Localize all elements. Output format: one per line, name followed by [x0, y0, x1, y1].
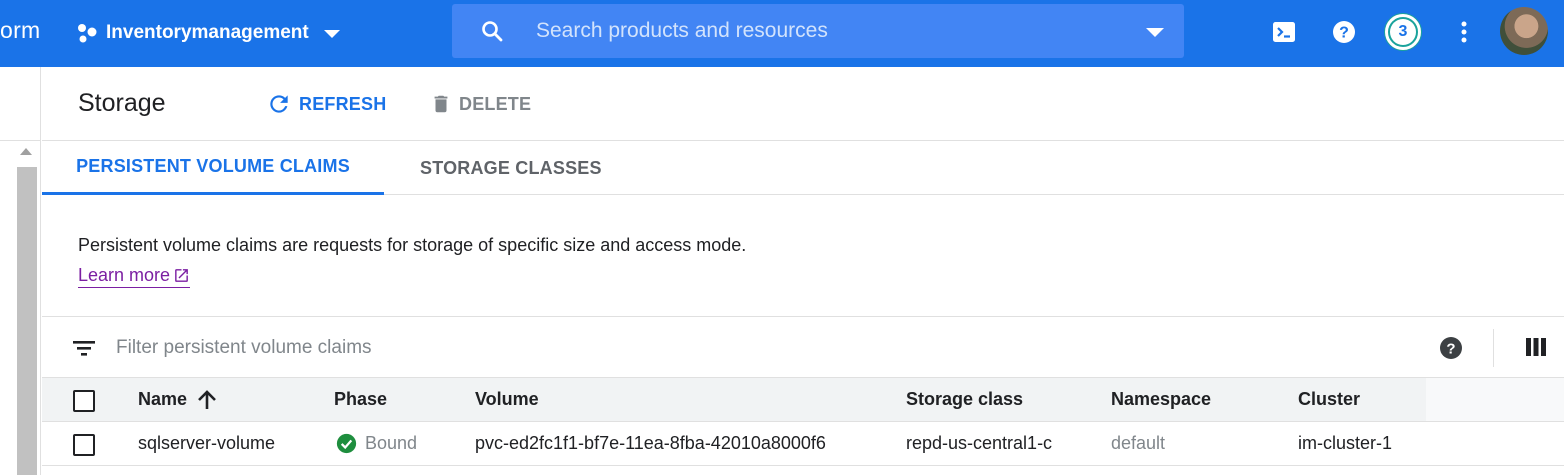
avatar[interactable] — [1500, 7, 1548, 55]
project-dots-icon — [78, 24, 97, 43]
phase-value: Bound — [365, 433, 418, 453]
delete-label: DELETE — [459, 93, 532, 114]
cell-storage-class[interactable]: repd-us-central1-c — [906, 422, 1052, 465]
search-box[interactable] — [452, 4, 1184, 58]
search-input[interactable] — [536, 14, 1136, 48]
chevron-down-icon — [323, 30, 340, 38]
external-link-icon — [175, 269, 188, 282]
cell-volume[interactable]: pvc-ed2fc1f1-bf7e-11ea-8fba-42010a8000f6 — [475, 422, 826, 465]
table-row: sqlserver-volume Bound pvc-ed2fc1f1-bf7e… — [42, 422, 1564, 466]
refresh-icon — [270, 95, 288, 113]
table-header-row: Name Phase Volume Storage class Namespac… — [42, 378, 1564, 422]
trash-icon — [434, 95, 448, 113]
filter-bar: ? — [42, 316, 1564, 378]
help-icon[interactable]: ? — [1439, 336, 1463, 360]
notification-badge[interactable]: 3 — [1385, 14, 1421, 50]
delete-button[interactable]: DELETE — [430, 89, 531, 119]
brand-title-fragment[interactable]: orm — [0, 17, 41, 44]
column-header-namespace[interactable]: Namespace — [1111, 378, 1211, 421]
page-title: Storage — [78, 89, 166, 117]
top-app-bar: orm Inventorymanagement ? 3 — [0, 0, 1564, 67]
search-dropdown-chevron-icon[interactable] — [1146, 28, 1164, 37]
page-header: Storage REFRESH DELETE — [42, 67, 1564, 141]
description-text: Persistent volume claims are requests fo… — [78, 235, 747, 255]
header-filler — [1426, 378, 1564, 421]
cloud-shell-icon[interactable] — [1271, 19, 1297, 45]
filter-input[interactable] — [116, 334, 816, 362]
svg-text:?: ? — [1446, 341, 1455, 358]
more-vert-icon[interactable] — [1451, 19, 1477, 45]
column-header-volume[interactable]: Volume — [475, 378, 539, 421]
filter-icon[interactable] — [73, 338, 95, 358]
learn-more-link[interactable]: Learn more — [78, 265, 191, 288]
check-circle-icon — [336, 433, 357, 454]
help-icon[interactable]: ? — [1331, 19, 1357, 45]
refresh-label: REFRESH — [299, 93, 387, 114]
column-header-name[interactable]: Name — [138, 378, 217, 421]
scrollbar-thumb[interactable] — [17, 167, 37, 475]
tab-storage-classes[interactable]: STORAGE CLASSES — [384, 141, 638, 195]
tab-bar: PERSISTENT VOLUME CLAIMS STORAGE CLASSES — [42, 141, 1564, 195]
columns-icon[interactable] — [1526, 338, 1546, 356]
toolbar-divider — [1493, 329, 1494, 367]
scroll-up-arrow-icon[interactable] — [20, 148, 32, 155]
project-name: Inventorymanagement — [106, 22, 309, 43]
column-label-name: Name — [138, 389, 188, 409]
nav-divider — [0, 140, 40, 141]
left-nav-rail — [0, 67, 41, 475]
search-icon — [482, 21, 503, 42]
svg-text:?: ? — [1339, 25, 1349, 42]
cell-cluster[interactable]: im-cluster-1 — [1298, 422, 1392, 465]
cell-phase: Bound — [336, 422, 417, 465]
project-selector[interactable]: Inventorymanagement — [76, 18, 340, 48]
learn-more-label: Learn more — [78, 265, 171, 285]
select-all-checkbox[interactable] — [73, 390, 95, 412]
cell-name[interactable]: sqlserver-volume — [138, 422, 275, 465]
column-header-cluster[interactable]: Cluster — [1298, 378, 1360, 421]
column-header-phase[interactable]: Phase — [334, 378, 387, 421]
row-checkbox[interactable] — [73, 434, 95, 456]
cell-namespace: default — [1111, 433, 1166, 453]
notification-count: 3 — [1390, 19, 1416, 45]
tab-persistent-volume-claims[interactable]: PERSISTENT VOLUME CLAIMS — [42, 141, 384, 195]
column-header-storage-class[interactable]: Storage class — [906, 378, 1023, 421]
refresh-button[interactable]: REFRESH — [266, 89, 386, 119]
sort-arrow-up-icon — [198, 389, 216, 409]
